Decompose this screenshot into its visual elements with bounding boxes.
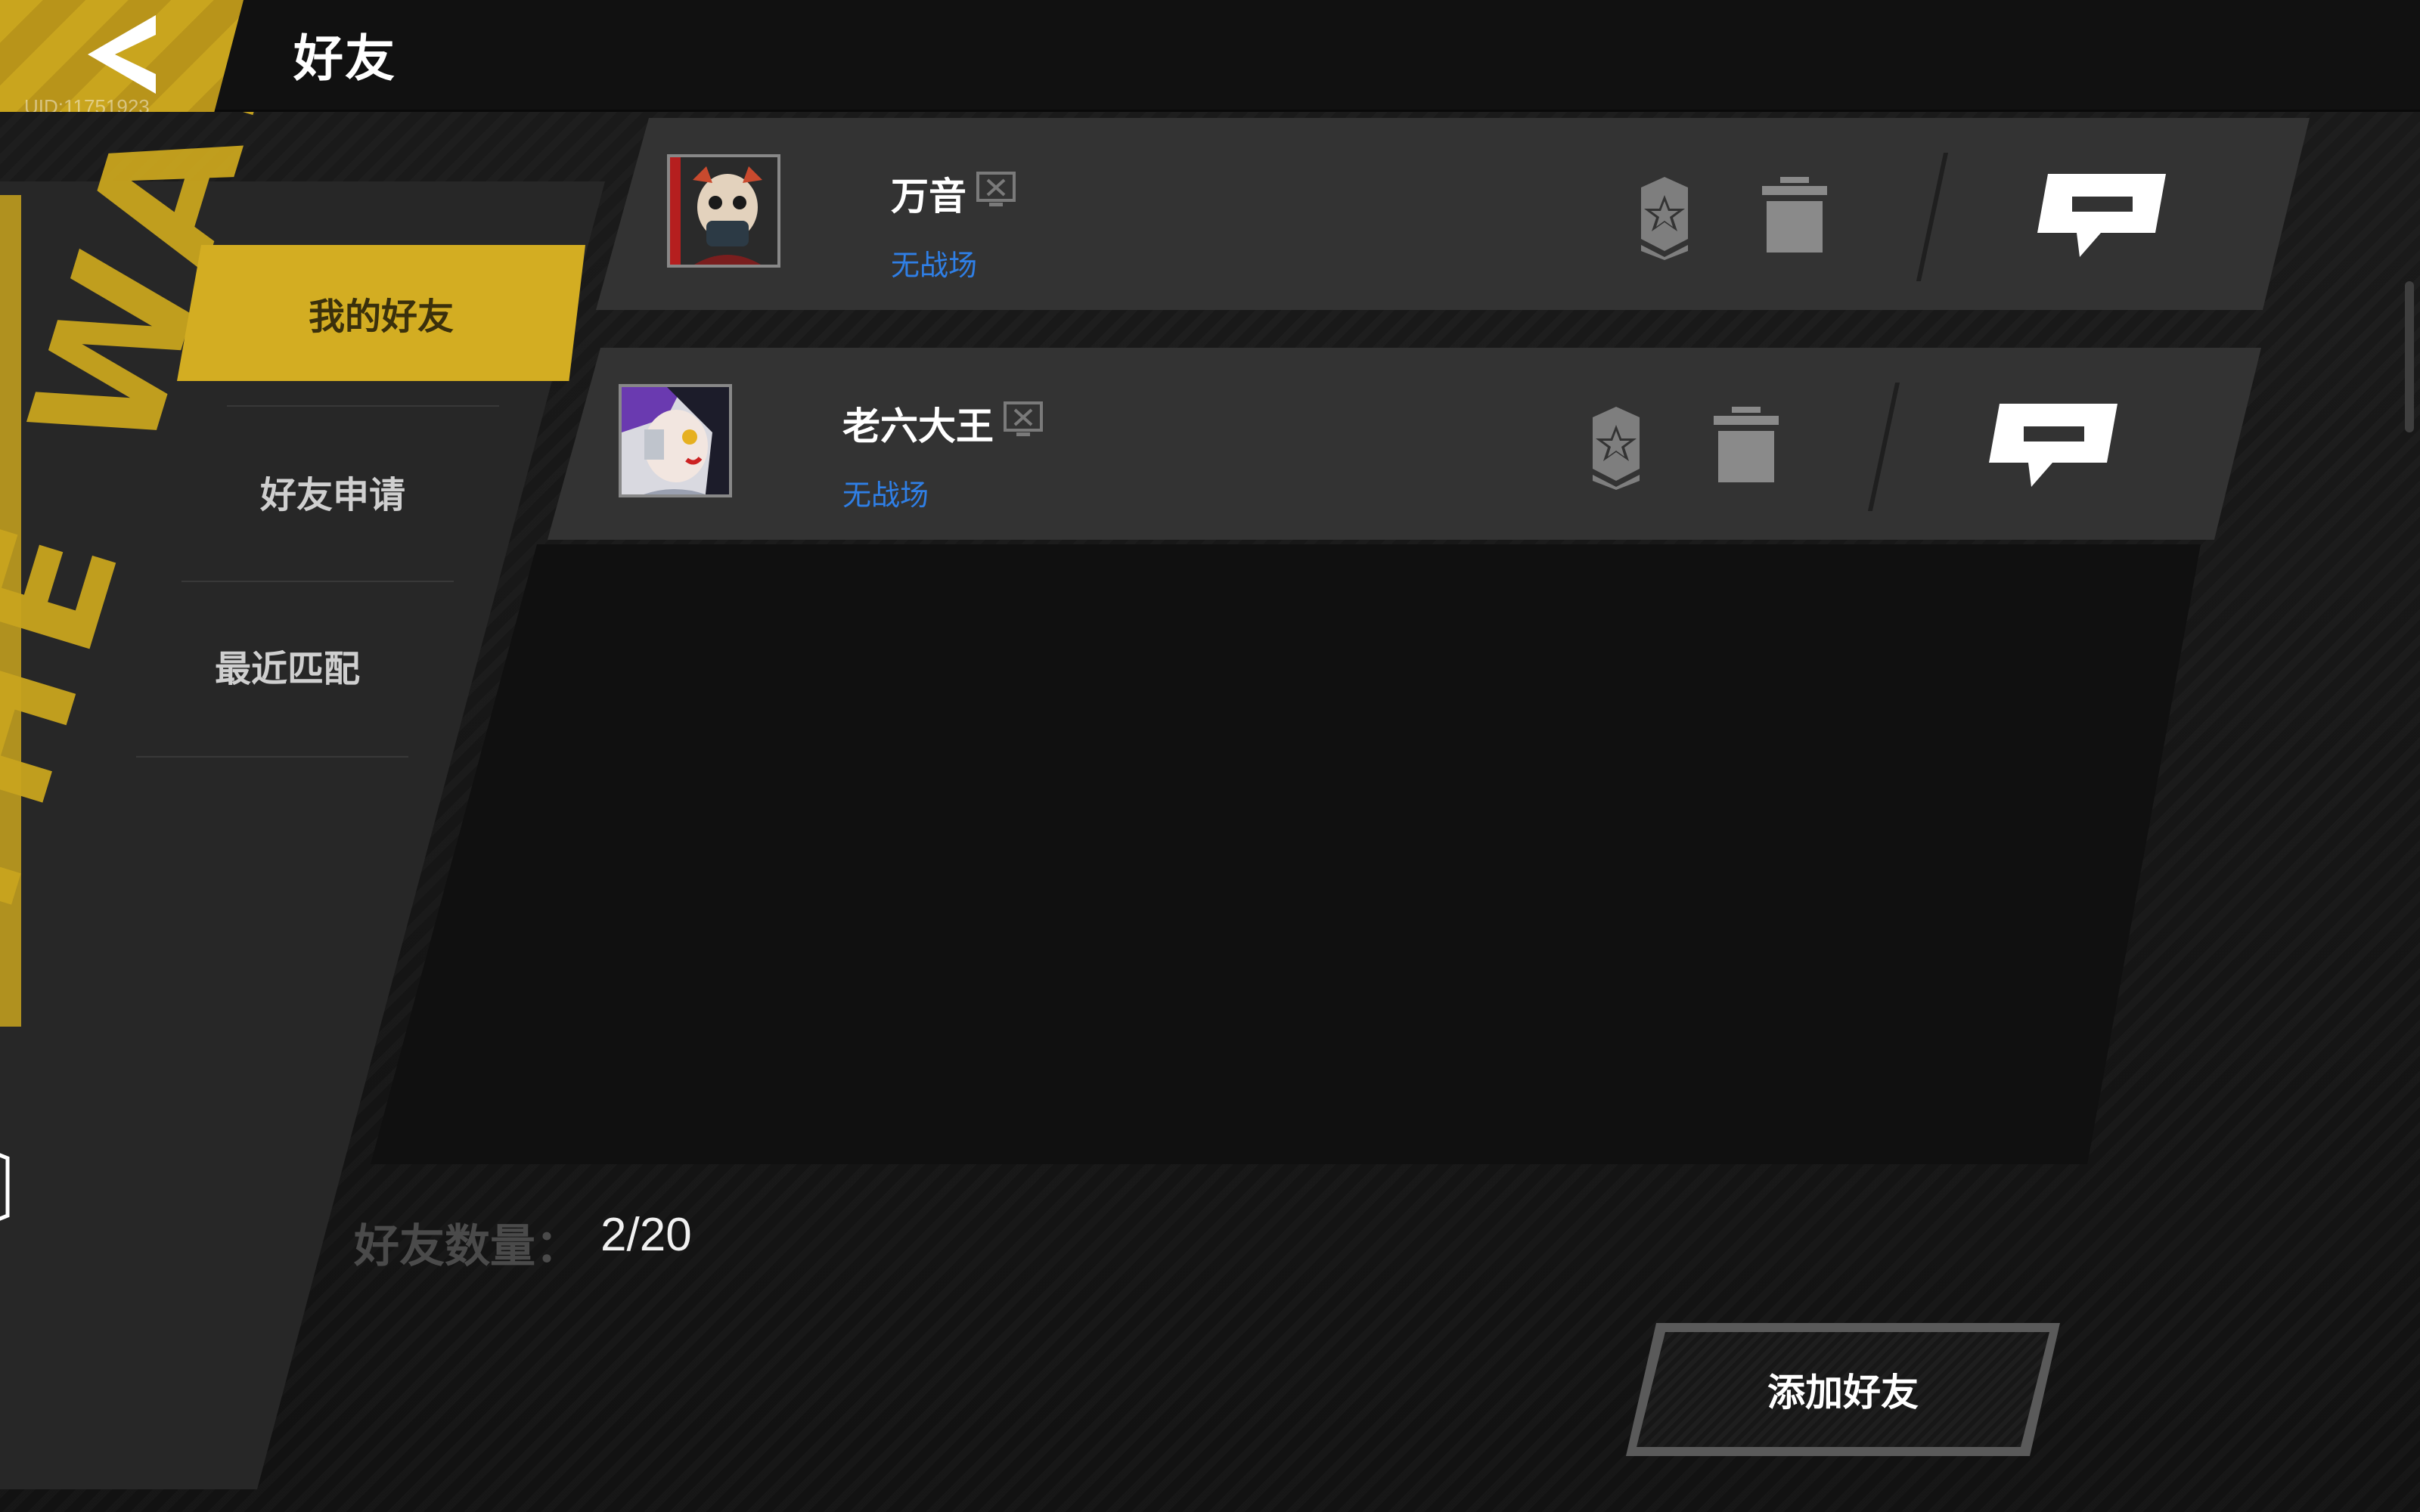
masked-character-avatar-icon [670, 157, 780, 268]
chat-bubble-icon[interactable] [2037, 174, 2166, 257]
hexagon-edge-icon[interactable] [0, 1142, 12, 1232]
scrollbar[interactable] [2405, 281, 2414, 432]
divider [182, 581, 454, 582]
offline-monitor-icon [1003, 401, 1044, 438]
add-friend-button[interactable]: 添加好友 [1626, 1323, 2060, 1456]
friend-list-area [371, 544, 2201, 1164]
divider [136, 756, 408, 758]
row-separator [1868, 383, 1900, 511]
row-separator [1916, 153, 1948, 281]
chevron-left-icon [88, 15, 156, 94]
page-title: 好友 [293, 29, 396, 88]
friend-name: 万音 [891, 175, 966, 218]
friend-status: 无战场 [842, 479, 929, 512]
friend-status: 无战场 [891, 249, 978, 282]
divider [227, 405, 499, 407]
sidebar-item-friend-requests[interactable]: 好友申请 [136, 423, 529, 559]
trash-icon[interactable] [1714, 407, 1779, 482]
sidebar-item-label: 最近匹配 [214, 648, 360, 690]
chat-bubble-icon[interactable] [1989, 404, 2118, 487]
sidebar-item-label: 我的好友 [308, 296, 454, 338]
star-badge-icon[interactable] [1590, 405, 1643, 490]
back-button[interactable]: UID:11751923 [0, 0, 244, 112]
anime-character-avatar-icon [622, 387, 732, 497]
add-friend-button-label: 添加好友 [1767, 1371, 1919, 1414]
trash-icon[interactable] [1762, 177, 1827, 253]
friend-count-value: 2/20 [600, 1209, 692, 1261]
offline-monitor-icon [976, 171, 1016, 209]
friend-row: 万音 无战场 [596, 118, 2310, 310]
sidebar-item-label: 好友申请 [259, 474, 405, 516]
friend-name: 老六大王 [842, 404, 994, 448]
avatar[interactable] [619, 384, 732, 497]
star-badge-icon[interactable] [1638, 175, 1691, 260]
friend-row: 老六大王 无战场 [548, 348, 2261, 540]
friend-count-label: 好友数量： [354, 1220, 581, 1273]
avatar[interactable] [667, 154, 780, 268]
sidebar-item-recent-matches[interactable]: 最近匹配 [91, 597, 484, 733]
sidebar-item-my-friends[interactable]: 我的好友 [177, 245, 585, 381]
